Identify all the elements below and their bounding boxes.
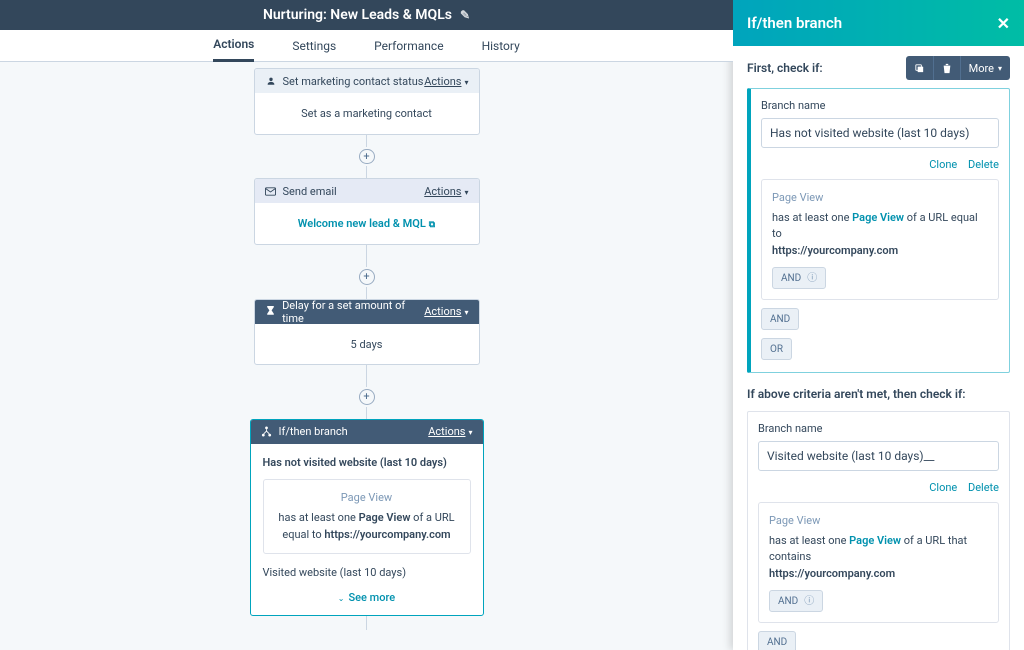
info-icon: ⓘ <box>807 271 817 286</box>
branch-name-label: Branch name <box>761 99 999 112</box>
second-check-label: If above criteria aren't met, then check… <box>747 387 1010 401</box>
criteria-box[interactable]: Page View has at least one Page View of … <box>761 179 999 300</box>
add-step-button[interactable]: + <box>359 149 375 165</box>
card-title: Set marketing contact status <box>283 75 424 88</box>
card-if-then-branch[interactable]: If/then branch Actions▾ Has not visited … <box>250 419 484 616</box>
add-step-button[interactable]: + <box>359 389 375 405</box>
card-header: Send email Actions▾ <box>255 179 479 203</box>
card-body: Set as a marketing contact <box>255 93 479 134</box>
and-pill[interactable]: AND <box>761 308 799 330</box>
branch-2-block: Branch name Clone Delete Page View has a… <box>747 411 1010 650</box>
tab-actions[interactable]: Actions <box>213 30 254 62</box>
and-pill-inner[interactable]: ANDⓘ <box>772 267 826 289</box>
see-more-button[interactable]: ⌄See more <box>263 591 471 604</box>
card-header: If/then branch Actions▾ <box>251 420 483 444</box>
side-panel: If/then branch ✕ First, check if: More▾ … <box>733 0 1024 650</box>
panel-header: If/then branch ✕ <box>733 0 1024 46</box>
tab-performance[interactable]: Performance <box>374 30 443 62</box>
hourglass-icon <box>265 306 277 318</box>
branch-1-name-input[interactable] <box>761 118 999 148</box>
envelope-icon <box>265 185 277 197</box>
workflow-canvas: Set marketing contact status Actions▾ Se… <box>0 62 733 650</box>
delete-link[interactable]: Delete <box>968 158 999 171</box>
card-body: 5 days <box>255 324 479 365</box>
criteria-box[interactable]: Page View has at least one Page View of … <box>758 502 999 623</box>
edit-title-icon[interactable]: ✎ <box>460 8 470 22</box>
card-actions-menu[interactable]: Actions▾ <box>424 305 468 318</box>
panel-actions-bar: More▾ <box>906 56 1010 80</box>
branch-2-name-input[interactable] <box>758 441 999 471</box>
external-link-icon: ⧉ <box>429 220 435 230</box>
card-header: Delay for a set amount of time Actions▾ <box>255 300 479 324</box>
or-pill[interactable]: OR <box>761 338 792 360</box>
card-send-email[interactable]: Send email Actions▾ Welcome new lead & M… <box>254 178 480 245</box>
card-actions-menu[interactable]: Actions▾ <box>424 75 468 88</box>
and-pill-inner[interactable]: ANDⓘ <box>769 590 823 612</box>
add-step-button[interactable]: + <box>359 269 375 285</box>
branch-2-title: Visited website (last 10 days) <box>263 566 471 579</box>
first-check-label: First, check if: <box>747 61 823 75</box>
branch-1-block: Branch name Clone Delete Page View has a… <box>747 88 1010 373</box>
delete-link[interactable]: Delete <box>968 481 999 494</box>
card-title: If/then branch <box>279 425 348 438</box>
clone-link[interactable]: Clone <box>929 481 957 494</box>
close-icon[interactable]: ✕ <box>997 14 1010 33</box>
tab-history[interactable]: History <box>482 30 520 62</box>
tab-bar: Actions Settings Performance History <box>0 30 733 62</box>
workflow-header: Nurturing: New Leads & MQLs ✎ <box>0 0 733 30</box>
card-header: Set marketing contact status Actions▾ <box>255 69 479 93</box>
branch-name-label: Branch name <box>758 422 999 435</box>
and-pill[interactable]: AND <box>758 631 796 650</box>
copy-button[interactable] <box>906 56 934 80</box>
person-icon <box>265 75 277 87</box>
card-set-marketing-contact[interactable]: Set marketing contact status Actions▾ Se… <box>254 68 480 135</box>
branch-icon <box>261 426 273 438</box>
card-delay[interactable]: Delay for a set amount of time Actions▾ … <box>254 299 480 366</box>
card-actions-menu[interactable]: Actions▾ <box>424 185 468 198</box>
more-button[interactable]: More▾ <box>961 56 1010 80</box>
delete-button[interactable] <box>934 56 961 80</box>
info-icon: ⓘ <box>804 594 814 609</box>
card-title: Send email <box>283 185 337 198</box>
workflow-title: Nurturing: New Leads & MQLs <box>263 7 452 23</box>
branch-1-title: Has not visited website (last 10 days) <box>263 456 471 469</box>
card-actions-menu[interactable]: Actions▾ <box>428 425 472 438</box>
criteria-summary: Page View has at least one Page View of … <box>263 479 471 555</box>
tab-settings[interactable]: Settings <box>292 30 336 62</box>
card-title: Delay for a set amount of time <box>282 299 424 325</box>
clone-link[interactable]: Clone <box>929 158 957 171</box>
card-body[interactable]: Welcome new lead & MQL⧉ <box>255 203 479 244</box>
panel-title: If/then branch <box>747 14 842 32</box>
card-body: Has not visited website (last 10 days) P… <box>251 444 483 616</box>
